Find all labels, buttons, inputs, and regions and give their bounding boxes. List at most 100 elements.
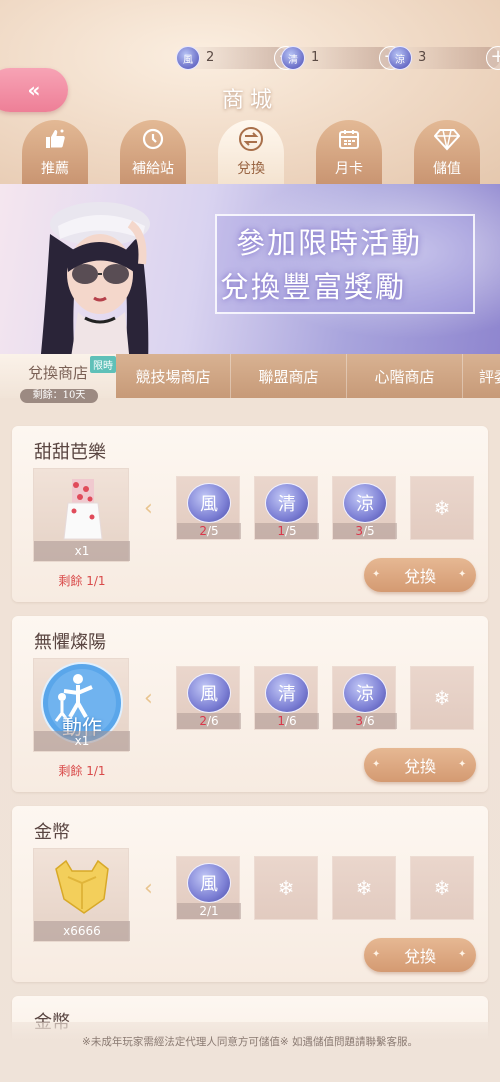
reward-item[interactable]: x6666 xyxy=(33,848,130,942)
tab-label: 儲值 xyxy=(433,161,461,177)
limited-badge: 限時 xyxy=(90,356,116,373)
remaining-days-badge: 剩餘：10天 xyxy=(20,389,98,403)
currency-value: 1 xyxy=(311,50,320,65)
tab-label: 兌換 xyxy=(237,161,265,177)
shop-subtabs: 兌換商店 限時 剩餘：10天 競技場商店 聯盟商店 心階商店 評委 xyxy=(0,354,500,403)
reward-item[interactable]: x1 xyxy=(33,468,130,562)
cost-progress: 2/1 xyxy=(177,903,241,919)
cost-slot[interactable]: 涼 3/6 xyxy=(332,666,397,730)
banner-subheadline: 兌換豐富獎勵 xyxy=(220,270,407,304)
exchange-card: 金幣 x6666 ‹ 風 2/1 ❄ ❄ ❄ ✦ 兌換 ✦ xyxy=(12,806,488,982)
liang-token-icon: 涼 xyxy=(343,483,387,523)
feng-token-icon: 風 xyxy=(187,673,231,713)
subtab-arena-shop[interactable]: 競技場商店 xyxy=(116,354,231,398)
character-illustration xyxy=(40,202,150,354)
subtab-alliance-shop[interactable]: 聯盟商店 xyxy=(231,354,347,398)
exchange-button[interactable]: ✦ 兌換 ✦ xyxy=(364,938,476,972)
feng-token-icon: 風 xyxy=(187,863,231,903)
tab-monthly-card[interactable]: 月卡 xyxy=(316,120,382,184)
snowflake-icon: ❄ xyxy=(355,876,373,900)
banner-headline: 參加限時活動 xyxy=(236,226,423,260)
qing-token-icon: 清 xyxy=(265,483,309,523)
exchange-button[interactable]: ✦ 兌換 ✦ xyxy=(364,558,476,592)
footer: ※未成年玩家需經法定代理人同意方可儲值※ 如遇儲值問題請聯繫客服。 xyxy=(0,1022,500,1082)
arrow-left-icon: ‹ xyxy=(144,686,153,711)
liang-token-icon: 涼 xyxy=(388,46,412,70)
feng-token-icon: 風 xyxy=(176,46,200,70)
snowflake-icon: ❄ xyxy=(433,876,451,900)
tab-label: 推薦 xyxy=(41,161,69,177)
subtab-exchange-shop[interactable]: 兌換商店 限時 剩餘：10天 xyxy=(0,354,116,403)
remaining-count: 剩餘 1/1 xyxy=(58,764,106,778)
footer-notice: ※未成年玩家需經法定代理人同意方可儲值※ 如遇儲值問題請聯繫客服。 xyxy=(82,1036,418,1048)
empty-slot: ❄ xyxy=(254,856,318,920)
diamond-icon xyxy=(434,126,460,152)
cost-progress: 2/5 xyxy=(177,523,241,539)
empty-slot: ❄ xyxy=(410,666,474,730)
card-title: 甜甜芭樂 xyxy=(34,442,106,463)
subtab-label: 評委 xyxy=(479,367,500,386)
clock-icon xyxy=(140,126,166,152)
tab-recommend[interactable]: 推薦 xyxy=(22,120,88,184)
arrow-left-icon: ‹ xyxy=(144,496,153,521)
snowflake-icon: ❄ xyxy=(433,496,451,520)
cost-progress: 2/6 xyxy=(177,713,241,729)
liang-token-icon: 涼 xyxy=(343,673,387,713)
reward-quantity: x1 xyxy=(34,541,130,561)
tab-supply[interactable]: 補給站 xyxy=(120,120,186,184)
outfit-icon xyxy=(63,479,103,540)
subtab-judge[interactable]: 評委 xyxy=(463,354,500,398)
reward-item[interactable]: 動作 x1 xyxy=(33,658,130,752)
button-label: 兌換 xyxy=(403,947,436,966)
tab-top-up[interactable]: 儲值 xyxy=(414,120,480,184)
subtab-label: 競技場商店 xyxy=(135,367,211,386)
tab-label: 月卡 xyxy=(335,161,363,177)
subtab-label: 心階商店 xyxy=(374,367,435,386)
subtab-label: 兌換商店 xyxy=(27,363,88,382)
gold-coin-icon xyxy=(55,859,109,914)
currency-liang: 涼 3 + xyxy=(388,46,500,70)
arrow-left-icon: ‹ xyxy=(144,876,153,901)
tab-label: 補給站 xyxy=(132,161,174,177)
feng-token-icon: 風 xyxy=(187,483,231,523)
cost-slot[interactable]: 清 1/6 xyxy=(254,666,319,730)
exchange-card: 無懼燦陽 動作 x1 剩餘 1/1 ‹ 風 2/6 清 1/6 涼 3/6 ❄ … xyxy=(12,616,488,792)
exchange-icon xyxy=(238,126,264,152)
currency-value: 3 xyxy=(418,50,427,65)
empty-slot: ❄ xyxy=(410,856,474,920)
cost-progress: 3/5 xyxy=(333,523,397,539)
page-title: 商城 xyxy=(221,88,278,113)
currency-qing: 清 1 + xyxy=(281,46,403,70)
reward-quantity: x6666 xyxy=(34,921,130,941)
main-tabs: 推薦 補給站 兌換 月卡 儲值 xyxy=(0,120,500,184)
event-banner[interactable]: 參加限時活動 兌換豐富獎勵 xyxy=(0,184,500,354)
subtab-heart-shop[interactable]: 心階商店 xyxy=(347,354,463,398)
qing-token-icon: 清 xyxy=(265,673,309,713)
tab-exchange[interactable]: 兌換 xyxy=(218,120,284,184)
button-label: 兌換 xyxy=(403,567,436,586)
cost-slot[interactable]: 風 2/1 xyxy=(176,856,241,920)
currency-value: 2 xyxy=(206,50,215,65)
cost-progress: 1/6 xyxy=(255,713,319,729)
cost-slot[interactable]: 風 2/5 xyxy=(176,476,241,540)
cost-slot[interactable]: 風 2/6 xyxy=(176,666,241,730)
qing-token-icon: 清 xyxy=(281,46,305,70)
exchange-card: 甜甜芭樂 x1 剩餘 1/1 ‹ 風 2/5 清 1/5 涼 3/5 ❄ ✦ 兌… xyxy=(12,426,488,602)
empty-slot: ❄ xyxy=(410,476,474,540)
cost-progress: 1/5 xyxy=(255,523,319,539)
add-currency-button[interactable]: + xyxy=(486,46,500,70)
card-title: 無懼燦陽 xyxy=(34,632,106,653)
subtab-label: 聯盟商店 xyxy=(258,367,319,386)
cost-slot[interactable]: 清 1/5 xyxy=(254,476,319,540)
calendar-icon xyxy=(336,126,362,152)
thumbs-up-icon xyxy=(42,126,68,152)
cost-slot[interactable]: 涼 3/5 xyxy=(332,476,397,540)
currency-feng: 風 2 + xyxy=(176,46,298,70)
button-label: 兌換 xyxy=(403,757,436,776)
card-title: 金幣 xyxy=(34,822,70,843)
snowflake-icon: ❄ xyxy=(277,876,295,900)
snowflake-icon: ❄ xyxy=(433,686,451,710)
cost-progress: 3/6 xyxy=(333,713,397,729)
remaining-count: 剩餘 1/1 xyxy=(58,574,106,588)
exchange-button[interactable]: ✦ 兌換 ✦ xyxy=(364,748,476,782)
